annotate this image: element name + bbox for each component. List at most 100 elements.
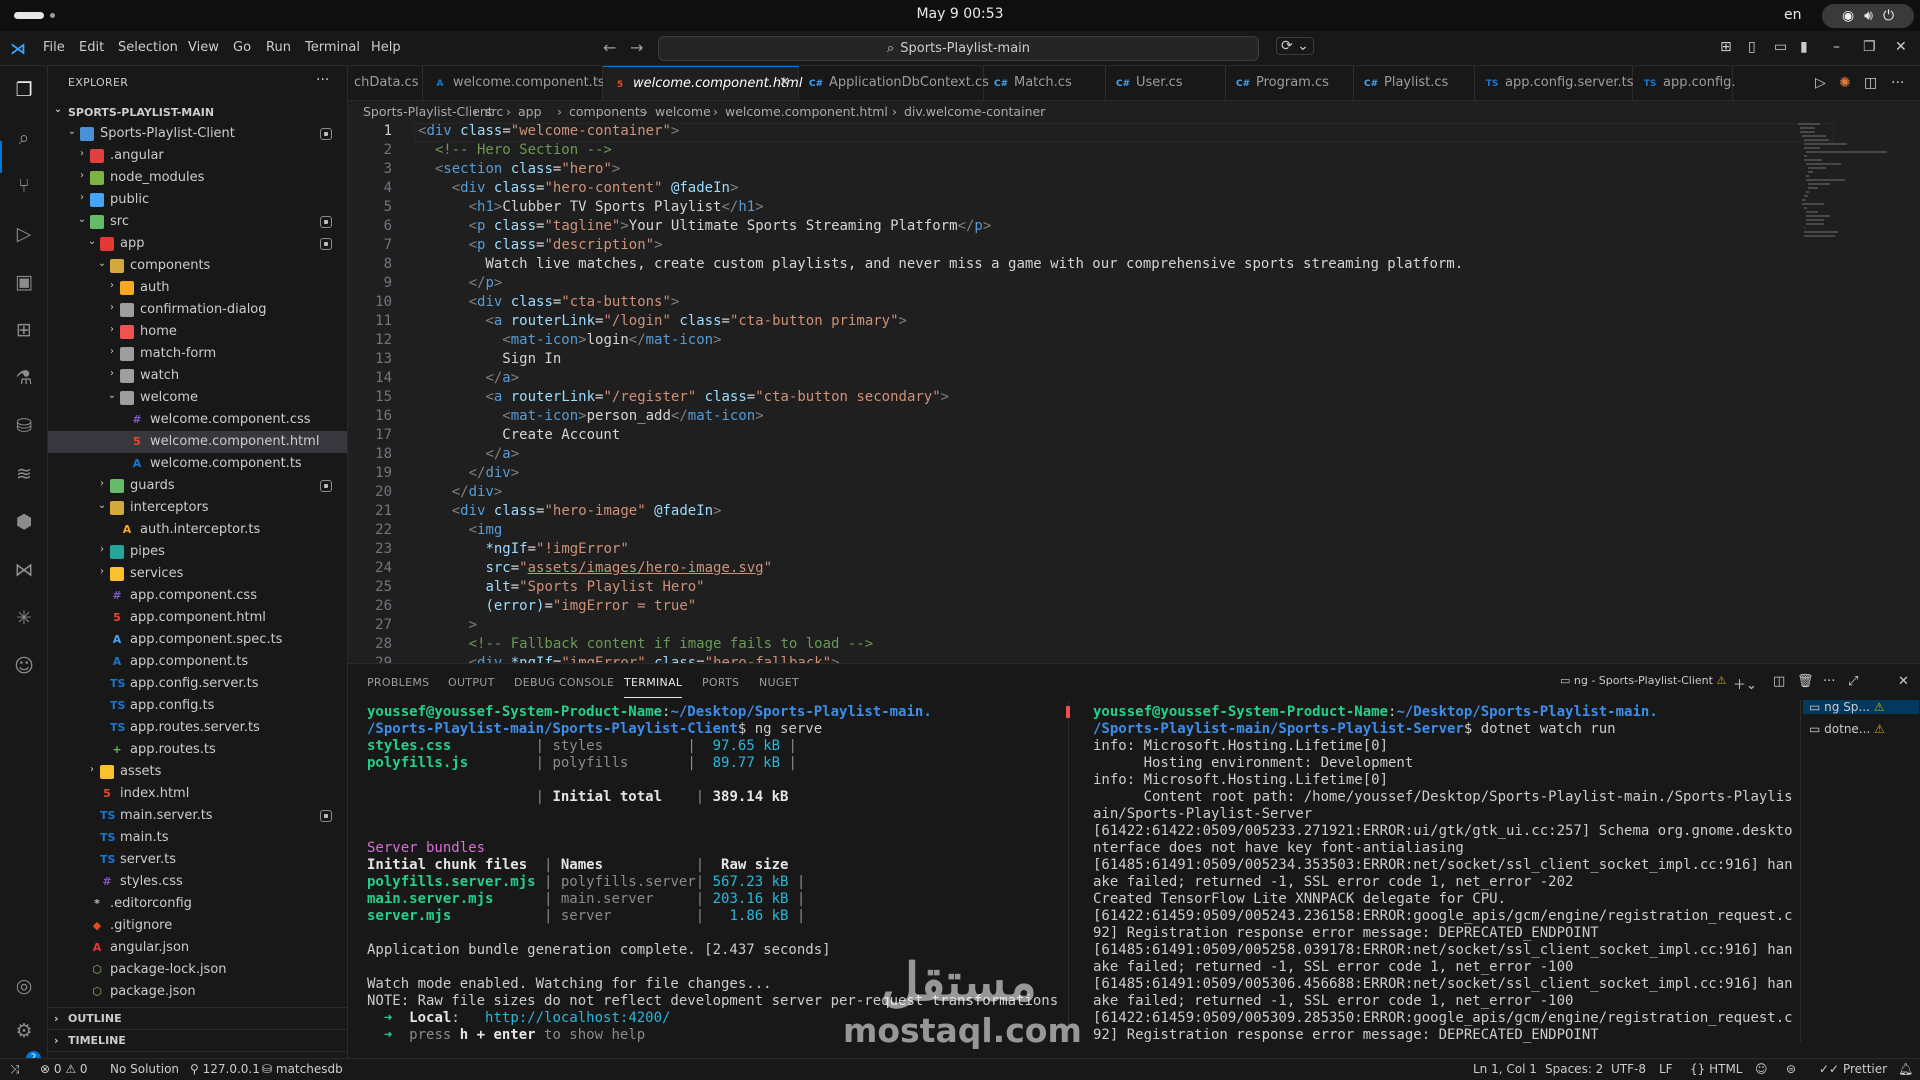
breadcrumb-item[interactable]: welcome.component.html xyxy=(725,104,888,119)
terminal-list-item-dotnet[interactable]: ▭ dotne... ⚠ xyxy=(1809,722,1885,736)
sidebar-section-solution-explorer[interactable]: ›SOLUTION EXPLORER xyxy=(48,1051,347,1058)
new-terminal-icon[interactable]: ＋⌄ xyxy=(1733,674,1757,693)
prettier-status[interactable]: ✓✓ Prettier xyxy=(1819,1062,1887,1076)
editor-tab[interactable]: TS app.config.server.ts xyxy=(1475,66,1633,100)
copilot-icon[interactable]: ☺ xyxy=(12,654,36,678)
tree-file[interactable]: TS app.routes.server.ts xyxy=(48,717,347,739)
tree-file[interactable]: ◆ .gitignore xyxy=(48,915,347,937)
tree-folder[interactable]: ⌄ app xyxy=(48,233,347,255)
tree-folder[interactable]: › node_modules xyxy=(48,167,347,189)
tree-file[interactable]: # welcome.component.css xyxy=(48,409,347,431)
sparkle-icon[interactable]: ✳ xyxy=(12,606,36,630)
tree-folder[interactable]: › home xyxy=(48,321,347,343)
kill-terminal-icon[interactable]: 🗑︎ xyxy=(1797,674,1814,689)
problems-indicator[interactable]: ⊗ 0 ⚠ 0 xyxy=(40,1062,88,1076)
testing-icon[interactable]: ⚗ xyxy=(12,366,36,390)
source-control-icon[interactable]: ⑂ xyxy=(12,174,36,198)
remote-indicator-icon[interactable]: ⤨ xyxy=(10,1062,20,1077)
code-line[interactable]: </p> xyxy=(418,275,503,291)
tree-file[interactable]: 5 index.html xyxy=(48,783,347,805)
sidebar-section-outline[interactable]: › OUTLINE xyxy=(48,1007,347,1029)
tree-file[interactable]: TS main.ts xyxy=(48,827,347,849)
breadcrumb-item[interactable]: div.welcome-container xyxy=(904,104,1045,119)
terminal-list-item-ng[interactable]: ▭ ng Sp... ⚠ xyxy=(1803,700,1919,714)
code-line[interactable]: </div> xyxy=(418,484,503,500)
tab-ports[interactable]: PORTS xyxy=(702,676,739,689)
split-editor-icon[interactable]: ◫ xyxy=(1864,75,1877,91)
terminal-server[interactable]: youssef@youssef-System-Product-Name:~/De… xyxy=(1093,704,1793,1044)
code-line[interactable]: <mat-icon>login</mat-icon> xyxy=(418,332,721,348)
run-debug-icon[interactable]: ▷ xyxy=(12,222,36,246)
tree-file[interactable]: Aangular.json xyxy=(48,937,347,959)
settings-gear-icon[interactable]: ⚙ xyxy=(12,1019,36,1043)
sparkle-action-icon[interactable]: ✺ xyxy=(1839,75,1851,91)
more-actions-icon[interactable]: ··· xyxy=(316,72,329,88)
tree-folder[interactable]: › guards xyxy=(48,475,347,497)
visual-studio-icon[interactable]: ⋈ xyxy=(12,558,36,582)
tree-folder[interactable]: › confirmation-dialog xyxy=(48,299,347,321)
layers-icon[interactable]: ≋ xyxy=(12,462,36,486)
tree-file[interactable]: ⬡ package.json xyxy=(48,981,347,1003)
breadcrumb-item[interactable]: app xyxy=(518,104,542,119)
tree-folder[interactable]: ⌄ components xyxy=(48,255,347,277)
database-icon[interactable]: ⛁ xyxy=(12,414,36,438)
close-panel-icon[interactable]: ✕ xyxy=(1898,674,1909,689)
tree-folder[interactable]: › auth xyxy=(48,277,347,299)
code-line[interactable]: <mat-icon>person_add</mat-icon> xyxy=(418,408,763,424)
keyboard-language[interactable]: en xyxy=(1784,7,1802,23)
database-indicator[interactable]: ⛁ matchesdb xyxy=(262,1062,343,1076)
tree-file[interactable]: + app.routes.ts xyxy=(48,739,347,761)
back-arrow-icon[interactable]: ← xyxy=(603,38,616,57)
copilot-status-icon[interactable]: ☺ xyxy=(1755,1062,1768,1076)
cursor-position[interactable]: Ln 1, Col 1 xyxy=(1473,1062,1537,1076)
explorer-icon[interactable]: ❐ xyxy=(12,78,36,102)
run-file-icon[interactable]: ▷ xyxy=(1815,75,1826,91)
package-icon[interactable]: ⬢ xyxy=(12,510,36,534)
tree-folder[interactable]: ⌄ Sports-Playlist-Client xyxy=(48,123,347,145)
tree-file[interactable]: TS app.config.server.ts xyxy=(48,673,347,695)
code-line[interactable]: src="assets/images/hero-image.svg" xyxy=(418,560,772,576)
code-line[interactable]: <a routerLink="/login" class="cta-button… xyxy=(418,313,907,329)
code-line[interactable]: <a routerLink="/register" class="cta-but… xyxy=(418,389,949,405)
code-line[interactable]: Sign In xyxy=(418,351,561,367)
code-line[interactable]: <section class="hero"> xyxy=(418,161,621,177)
tab-terminal[interactable]: TERMINAL xyxy=(624,676,682,689)
code-line[interactable]: <p class="tagline">Your Ultimate Sports … xyxy=(418,218,992,234)
feedback-icon[interactable]: ⊜ xyxy=(1786,1062,1796,1076)
tree-file[interactable]: TS main.server.ts xyxy=(48,805,347,827)
code-line[interactable]: <!-- Fallback content if image fails to … xyxy=(418,636,874,652)
code-line[interactable]: </a> xyxy=(418,370,519,386)
toggle-panel-icon[interactable]: ▭ xyxy=(1774,39,1787,55)
breadcrumb-item[interactable]: src xyxy=(485,104,503,119)
close-window-icon[interactable]: ✕ xyxy=(1895,39,1907,55)
editor-tab[interactable]: C# Program.cs xyxy=(1226,66,1354,100)
code-line[interactable]: <div class="hero-image" @fadeIn> xyxy=(418,503,722,519)
forward-arrow-icon[interactable]: → xyxy=(630,38,643,57)
minimize-icon[interactable]: – xyxy=(1833,39,1840,55)
code-line[interactable]: alt="Sports Playlist Hero" xyxy=(418,579,704,595)
tree-file[interactable]: Aapp.component.ts xyxy=(48,651,347,673)
code-line[interactable]: Create Account xyxy=(418,427,620,443)
tree-folder[interactable]: › pipes xyxy=(48,541,347,563)
code-editor[interactable]: 1 <div class="welcome-container"> 2 <!-- H… xyxy=(348,123,1920,663)
tree-folder[interactable]: › services xyxy=(48,563,347,585)
code-line[interactable]: </a> xyxy=(418,446,519,462)
toggle-sidebar-icon[interactable]: ▯ xyxy=(1748,39,1756,55)
editor-scrollbar[interactable] xyxy=(1910,123,1920,663)
tab-problems[interactable]: PROBLEMS xyxy=(367,676,429,689)
code-line[interactable]: <!-- Hero Section --> xyxy=(418,142,612,158)
tree-folder[interactable]: ⌄ interceptors xyxy=(48,497,347,519)
editor-tab[interactable]: 5 welcome.component.html ✕ xyxy=(603,66,802,100)
tree-folder[interactable]: › watch xyxy=(48,365,347,387)
system-clock[interactable]: May 9 00:53 xyxy=(0,6,1920,22)
sidebar-section-timeline[interactable]: › TIMELINE xyxy=(48,1029,347,1051)
editor-tab[interactable]: C# Playlist.cs xyxy=(1354,66,1475,100)
menu-terminal[interactable]: Terminal xyxy=(305,40,360,55)
tree-folder[interactable]: › public xyxy=(48,189,347,211)
tree-file[interactable]: TS server.ts xyxy=(48,849,347,871)
editor-more-icon[interactable]: ··· xyxy=(1891,75,1904,91)
code-line[interactable]: <img xyxy=(418,522,503,538)
search-view-icon[interactable]: ⌕ xyxy=(12,126,36,150)
menu-file[interactable]: File xyxy=(43,40,65,55)
toggle-secondary-sidebar-icon[interactable]: ▮ xyxy=(1800,39,1808,55)
